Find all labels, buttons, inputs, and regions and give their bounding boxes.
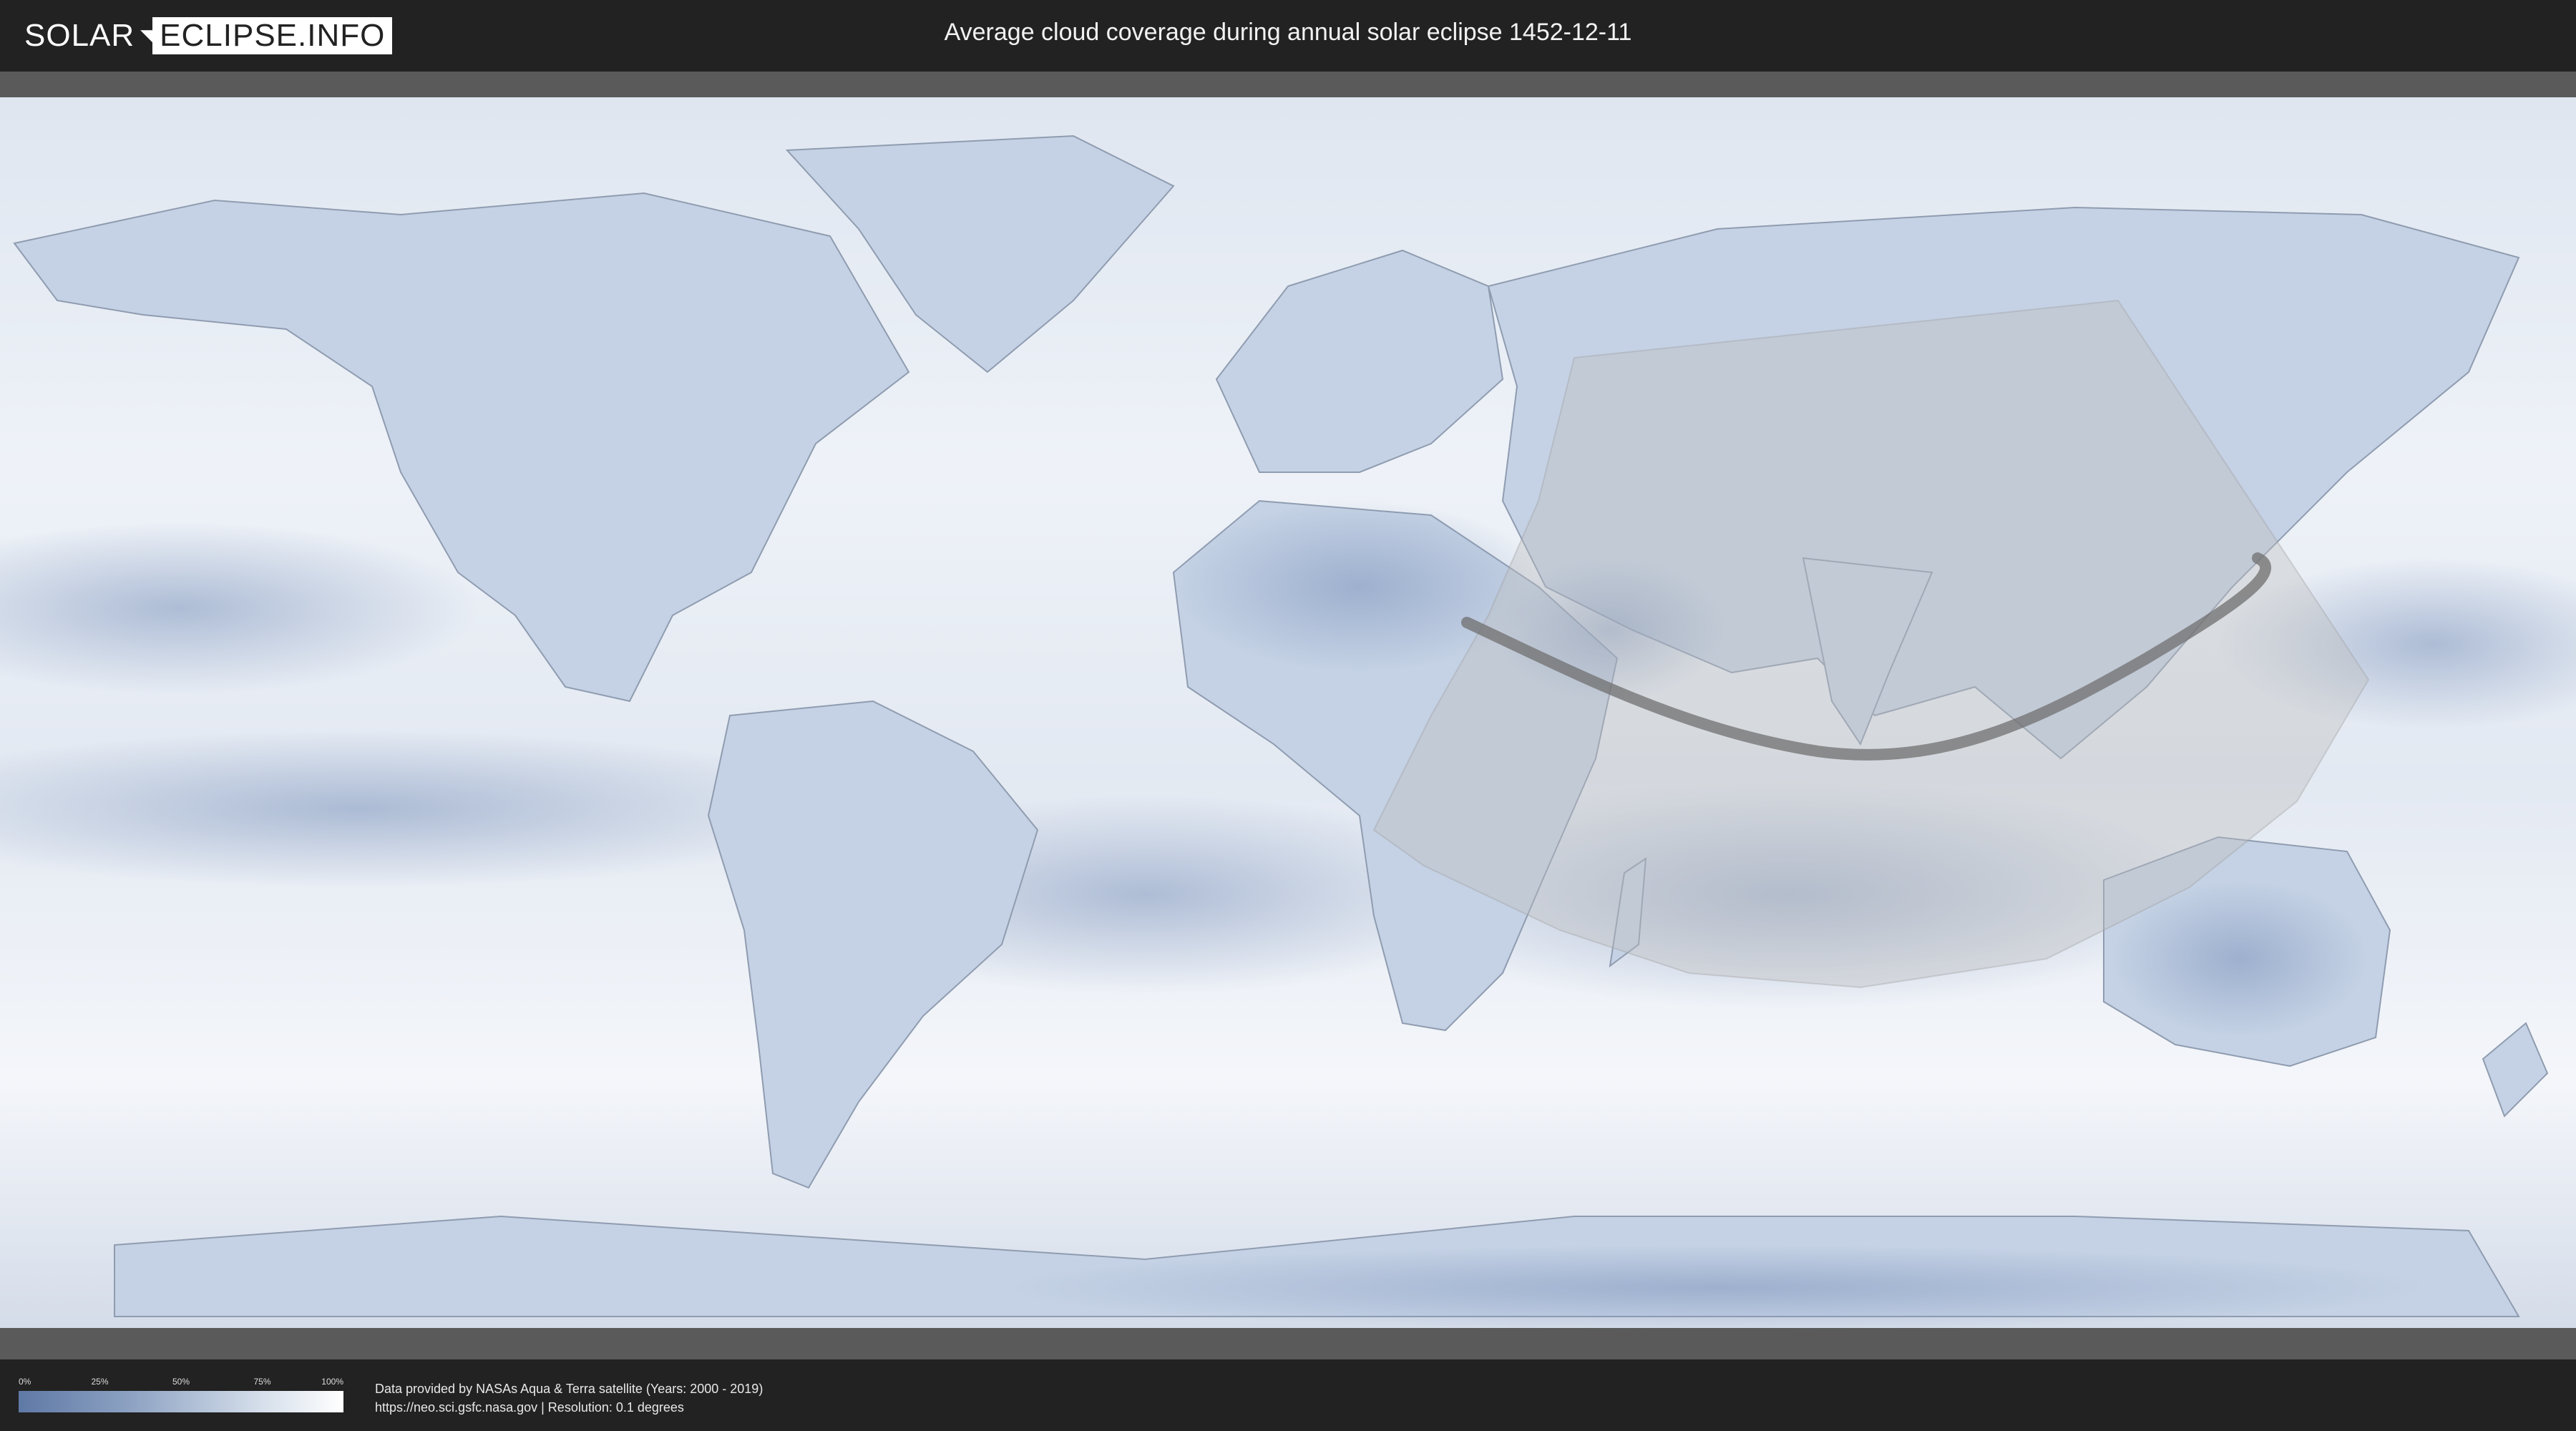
legend-tick: 100% (321, 1377, 343, 1387)
data-credits: Data provided by NASAs Aqua & Terra sate… (375, 1379, 763, 1417)
cloud-coverage-legend-bar (19, 1391, 343, 1412)
credits-line-2: https://neo.sci.gsfc.nasa.gov | Resoluti… (375, 1400, 684, 1415)
page-title: Average cloud coverage during annual sol… (944, 19, 1632, 46)
legend-tick: 75% (253, 1377, 271, 1387)
legend-tick: 50% (172, 1377, 190, 1387)
legend-tick: 0% (19, 1377, 31, 1387)
dry-region-antarctica (1002, 1245, 2433, 1331)
cloud-coverage-map (0, 72, 2576, 1359)
header-bar: SOLAR ◥ ECLIPSE.INFO Average cloud cover… (0, 0, 2576, 72)
world-map-svg (0, 97, 2576, 1331)
legend-tick-labels: 0% 25% 50% 75% 100% (19, 1377, 343, 1388)
footer-bar: 0% 25% 50% 75% 100% Data provided by NAS… (0, 1359, 2576, 1431)
credits-line-1: Data provided by NASAs Aqua & Terra sate… (375, 1382, 763, 1396)
legend-tick: 25% (91, 1377, 109, 1387)
